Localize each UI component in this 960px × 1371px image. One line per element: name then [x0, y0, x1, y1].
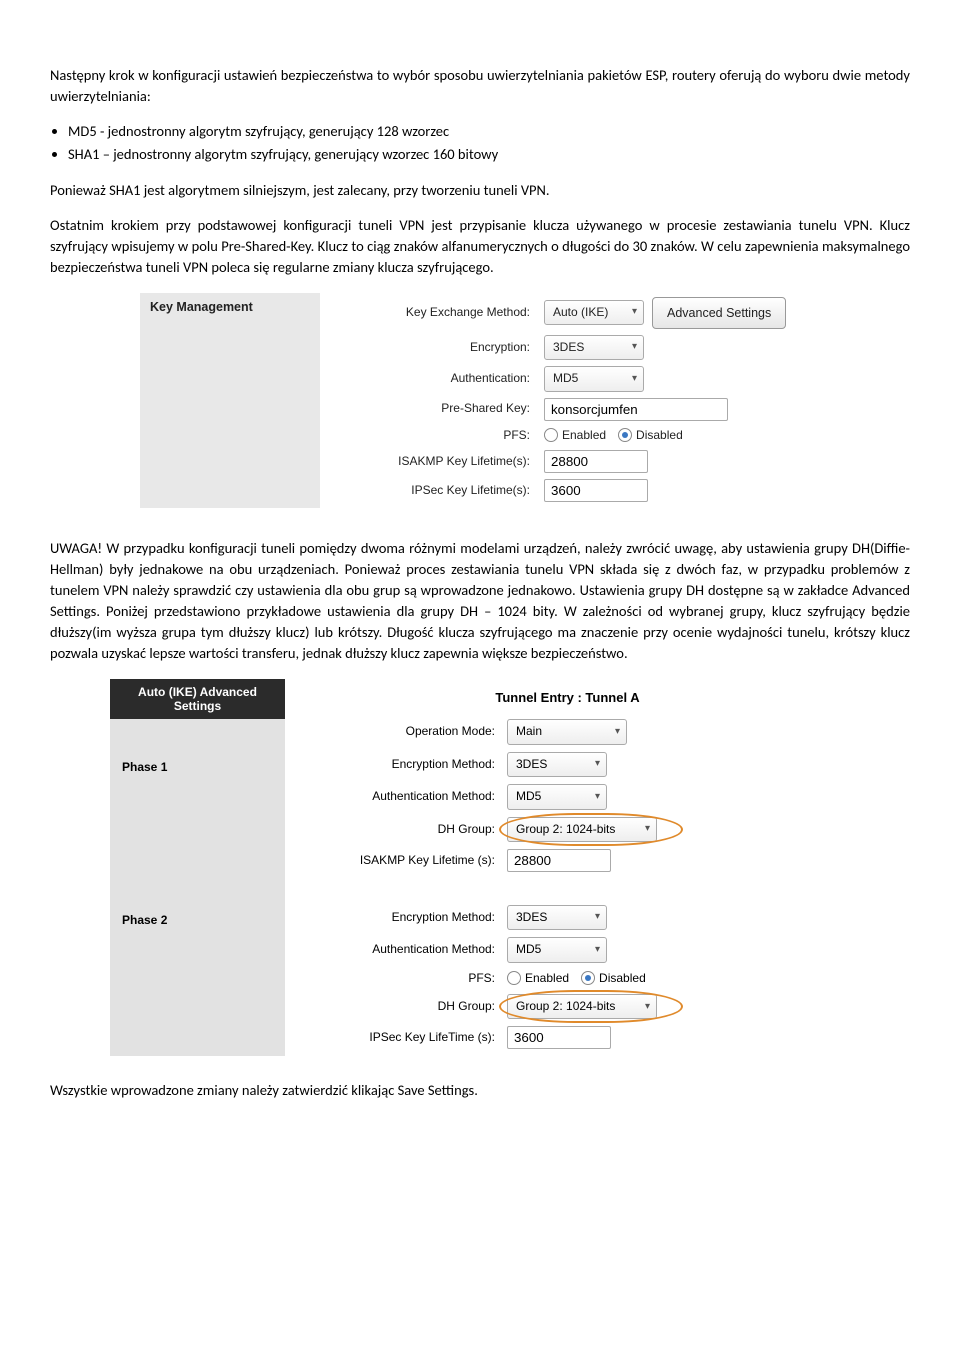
- label: Encryption Method:: [295, 756, 507, 773]
- encryption-select[interactable]: 3DES: [544, 335, 644, 360]
- key-management-panel: Key Management Key Exchange Method:Auto …: [140, 293, 820, 508]
- p2-pfs-disabled-radio[interactable]: Disabled: [581, 970, 646, 987]
- phase2-heading: Phase 2: [110, 902, 285, 939]
- paragraph: Ostatnim krokiem przy podstawowej konfig…: [50, 215, 910, 278]
- authentication-select[interactable]: MD5: [544, 366, 644, 391]
- phase1-heading: Phase 1: [110, 749, 285, 786]
- paragraph: Ponieważ SHA1 jest algorytmem silniejszy…: [50, 180, 910, 201]
- paragraph: Następny krok w konfiguracji ustawień be…: [50, 65, 910, 107]
- p1-auth-select[interactable]: MD5: [507, 784, 607, 809]
- label: DH Group:: [295, 821, 507, 838]
- label: DH Group:: [295, 998, 507, 1015]
- paragraph: Wszystkie wprowadzone zmiany należy zatw…: [50, 1080, 910, 1101]
- tunnel-entry-title: Tunnel Entry : Tunnel A: [295, 679, 840, 720]
- p2-dh-select[interactable]: Group 2: 1024-bits: [507, 994, 657, 1019]
- paragraph: UWAGA! W przypadku konfiguracji tuneli p…: [50, 538, 910, 664]
- label: Operation Mode:: [295, 723, 507, 740]
- operation-mode-select[interactable]: Main: [507, 719, 627, 744]
- bullet: SHA1 – jednostronny algorytm szyfrujący,…: [68, 144, 910, 165]
- pfs-disabled-radio[interactable]: Disabled: [618, 427, 683, 444]
- ipsec-lifetime-input[interactable]: [544, 479, 648, 502]
- advanced-settings-button[interactable]: Advanced Settings: [652, 297, 786, 329]
- pfs-enabled-radio[interactable]: Enabled: [544, 427, 606, 444]
- bullet-list: MD5 - jednostronny algorytm szyfrujący, …: [68, 121, 910, 165]
- advanced-settings-panel: Auto (IKE) Advanced Settings Phase 1 Pha…: [110, 679, 850, 1057]
- panel-heading: Key Management: [140, 293, 320, 508]
- p2-encryption-select[interactable]: 3DES: [507, 905, 607, 930]
- label: Authentication Method:: [295, 788, 507, 805]
- p2-auth-select[interactable]: MD5: [507, 937, 607, 962]
- label: Authentication:: [320, 370, 544, 387]
- p1-encryption-select[interactable]: 3DES: [507, 752, 607, 777]
- label: IPSec Key LifeTime (s):: [295, 1029, 507, 1046]
- p1-isakmp-input[interactable]: [507, 849, 611, 872]
- label: IPSec Key Lifetime(s):: [320, 482, 544, 499]
- p1-dh-select[interactable]: Group 2: 1024-bits: [507, 817, 657, 842]
- label: Encryption Method:: [295, 909, 507, 926]
- p2-ipsec-input[interactable]: [507, 1026, 611, 1049]
- bullet: MD5 - jednostronny algorytm szyfrujący, …: [68, 121, 910, 142]
- preshared-key-input[interactable]: [544, 398, 728, 421]
- isakmp-lifetime-input[interactable]: [544, 450, 648, 473]
- label: ISAKMP Key Lifetime (s):: [295, 852, 507, 869]
- key-exchange-select[interactable]: Auto (IKE): [544, 300, 644, 325]
- label: Key Exchange Method:: [320, 304, 544, 321]
- label: Pre-Shared Key:: [320, 400, 544, 417]
- panel-heading: Auto (IKE) Advanced Settings: [110, 679, 285, 720]
- label: ISAKMP Key Lifetime(s):: [320, 453, 544, 470]
- p2-pfs-enabled-radio[interactable]: Enabled: [507, 970, 569, 987]
- label: Encryption:: [320, 339, 544, 356]
- label: PFS:: [295, 970, 507, 987]
- label: PFS:: [320, 427, 544, 444]
- label: Authentication Method:: [295, 941, 507, 958]
